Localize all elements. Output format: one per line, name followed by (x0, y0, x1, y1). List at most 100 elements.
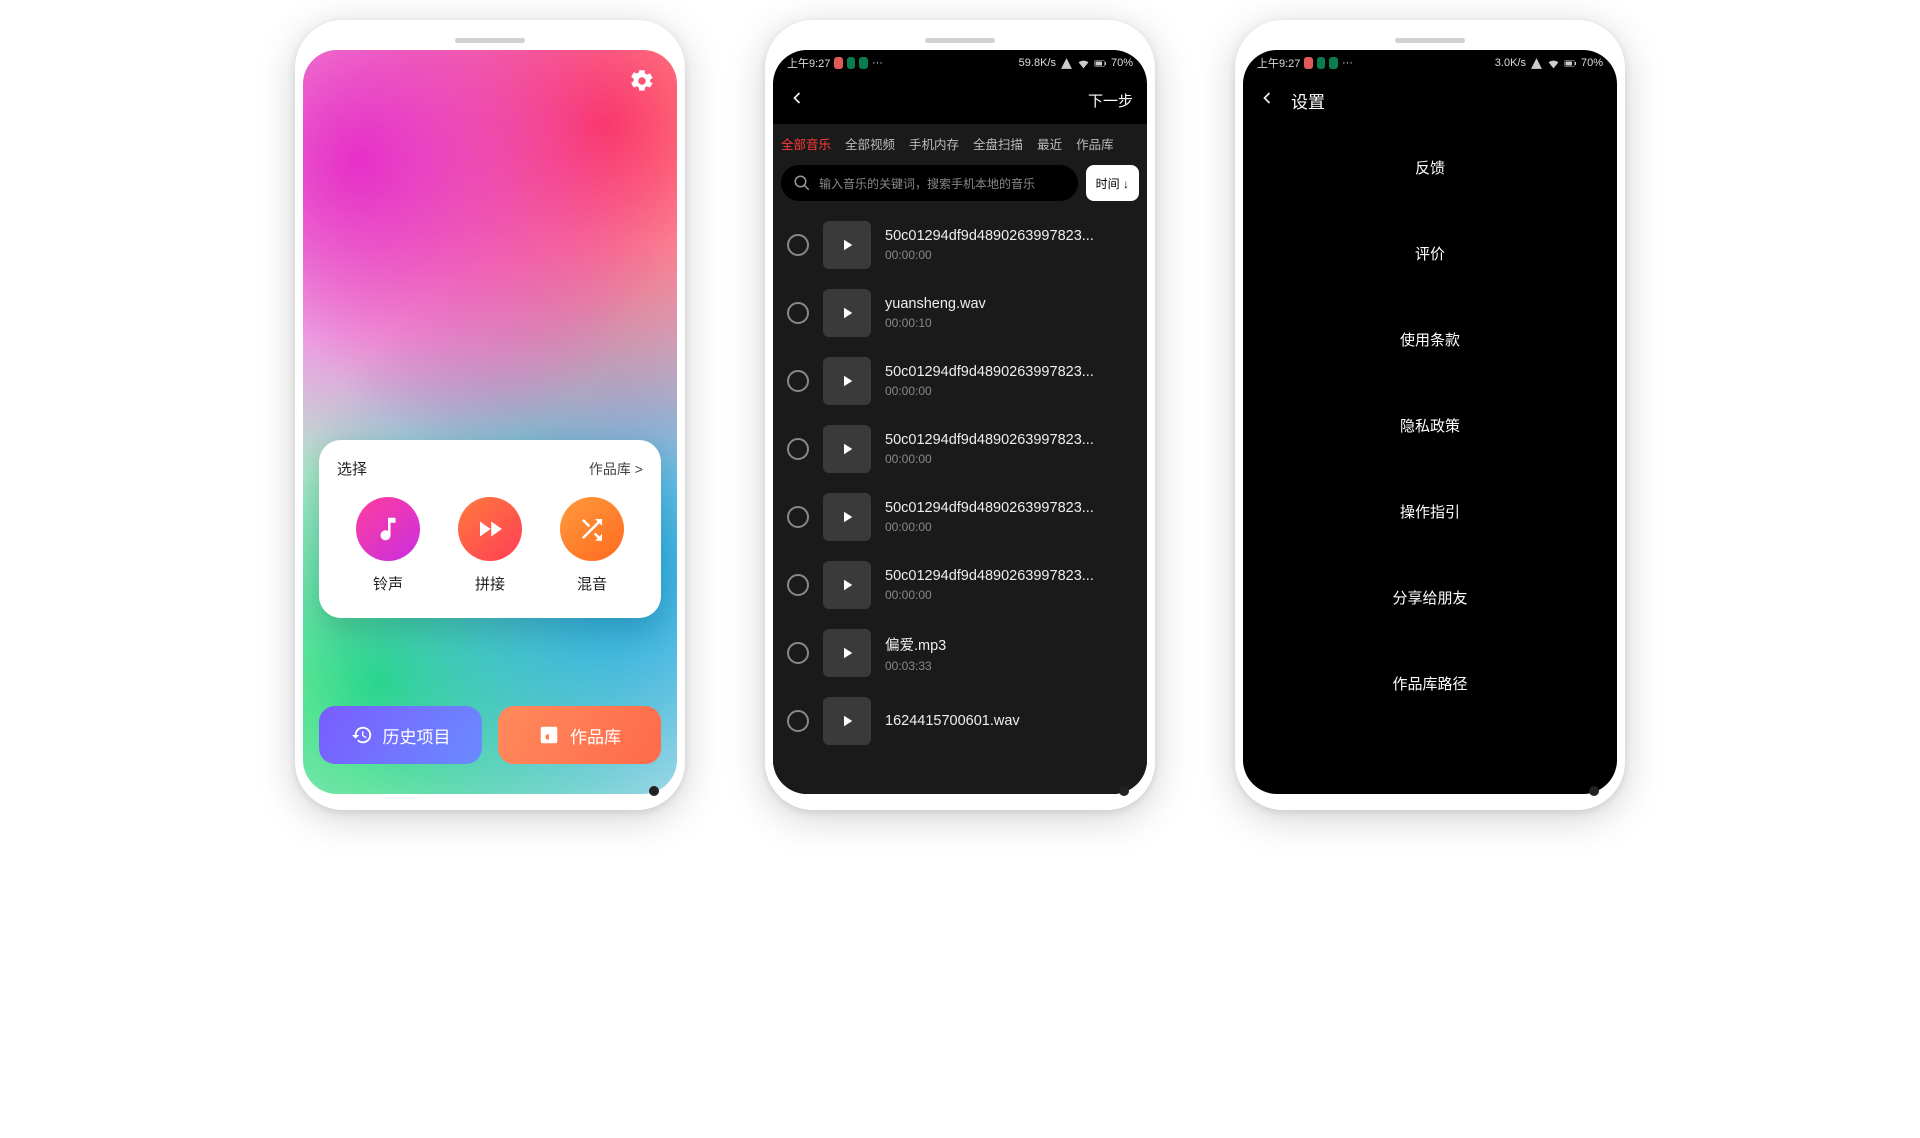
file-duration: 00:00:00 (885, 588, 1133, 602)
play-thumbnail[interactable] (823, 629, 871, 677)
fast-forward-icon (475, 514, 505, 544)
history-label: 历史项目 (383, 723, 451, 748)
tab-recent[interactable]: 最近 (1037, 134, 1062, 153)
music-list[interactable]: 50c01294df9d4890263997823...00:00:00yuan… (773, 211, 1147, 794)
status-time: 上午9:27 (787, 55, 830, 71)
play-thumbnail[interactable] (823, 561, 871, 609)
radio-button[interactable] (787, 438, 809, 460)
back-button[interactable] (787, 88, 807, 113)
settings-item[interactable]: 反馈 (1243, 124, 1617, 210)
library-link[interactable]: 作品库 > (589, 459, 643, 479)
phone-home: 选择 作品库 > 铃声 拼接 混音 历 (295, 20, 685, 810)
signal-icon (1060, 57, 1073, 70)
list-item[interactable]: 50c01294df9d4890263997823...00:00:00 (773, 551, 1147, 619)
radio-button[interactable] (787, 642, 809, 664)
play-thumbnail[interactable] (823, 425, 871, 473)
settings-list: 反馈评价使用条款隐私政策操作指引分享给朋友作品库路径 (1243, 124, 1617, 794)
play-thumbnail[interactable] (823, 221, 871, 269)
chevron-left-icon (787, 88, 807, 108)
list-item[interactable]: 50c01294df9d4890263997823...00:00:00 (773, 347, 1147, 415)
tool-ringtone[interactable]: 铃声 (356, 497, 420, 594)
radio-button[interactable] (787, 574, 809, 596)
status-time: 上午9:27 (1257, 55, 1300, 71)
wifi-icon (1547, 57, 1560, 70)
library-label: 作品库 (570, 723, 621, 748)
radio-button[interactable] (787, 710, 809, 732)
search-placeholder: 输入音乐的关键词，搜索手机本地的音乐 (819, 175, 1035, 192)
sort-button[interactable]: 时间 ↓ (1086, 165, 1139, 201)
file-meta: 50c01294df9d4890263997823...00:00:00 (885, 568, 1133, 602)
file-duration: 00:03:33 (885, 659, 1133, 673)
chevron-left-icon (1257, 88, 1277, 108)
search-icon (793, 174, 811, 192)
status-more: ··· (1342, 57, 1353, 69)
play-thumbnail[interactable] (823, 697, 871, 745)
card-title: 选择 (337, 458, 367, 479)
tab-all-video[interactable]: 全部视频 (845, 134, 895, 153)
radio-button[interactable] (787, 370, 809, 392)
file-name: yuansheng.wav (885, 296, 1133, 312)
list-item[interactable]: 50c01294df9d4890263997823...00:00:00 (773, 483, 1147, 551)
file-meta: yuansheng.wav00:00:10 (885, 296, 1133, 330)
file-name: 50c01294df9d4890263997823... (885, 500, 1133, 516)
settings-item[interactable]: 评价 (1243, 210, 1617, 296)
status-pill (1317, 57, 1326, 69)
library-button[interactable]: 作品库 (498, 706, 661, 764)
signal-icon (1530, 57, 1543, 70)
wallpaper (303, 50, 677, 794)
settings-button[interactable] (629, 68, 655, 99)
nav-bar: 下一步 (773, 76, 1147, 124)
radio-button[interactable] (787, 302, 809, 324)
radio-button[interactable] (787, 506, 809, 528)
status-speed: 59.8K/s (1019, 57, 1056, 69)
play-icon (838, 644, 856, 662)
list-item[interactable]: 50c01294df9d4890263997823...00:00:00 (773, 211, 1147, 279)
list-item[interactable]: 偏爱.mp3 00:03:33 (773, 619, 1147, 687)
radio-button[interactable] (787, 234, 809, 256)
page-title: 设置 (1291, 88, 1325, 113)
tool-merge[interactable]: 拼接 (458, 497, 522, 594)
status-pill (847, 57, 856, 69)
play-thumbnail[interactable] (823, 493, 871, 541)
file-name: 1624415700601.wav (885, 713, 1133, 729)
settings-item[interactable]: 分享给朋友 (1243, 554, 1617, 640)
settings-item[interactable]: 隐私政策 (1243, 382, 1617, 468)
tool-label: 铃声 (373, 573, 403, 594)
note-icon (373, 514, 403, 544)
history-button[interactable]: 历史项目 (319, 706, 482, 764)
status-bar: 上午9:27 ··· 3.0K/s 70% (1243, 50, 1617, 76)
settings-item[interactable]: 操作指引 (1243, 468, 1617, 554)
file-meta: 50c01294df9d4890263997823...00:00:00 (885, 432, 1133, 466)
history-icon (351, 724, 373, 746)
play-thumbnail[interactable] (823, 289, 871, 337)
back-button[interactable] (1257, 88, 1277, 113)
list-item[interactable]: 1624415700601.wav (773, 687, 1147, 755)
next-step-button[interactable]: 下一步 (1088, 90, 1133, 111)
settings-item[interactable]: 作品库路径 (1243, 640, 1617, 726)
file-name: 偏爱.mp3 (885, 634, 1133, 655)
nav-bar: 设置 (1243, 76, 1617, 124)
tab-full-scan[interactable]: 全盘扫描 (973, 134, 1023, 153)
play-thumbnail[interactable] (823, 357, 871, 405)
status-battery: 70% (1581, 57, 1603, 69)
status-speed: 3.0K/s (1495, 57, 1526, 69)
tab-all-music[interactable]: 全部音乐 (781, 134, 831, 153)
list-item[interactable]: yuansheng.wav00:00:10 (773, 279, 1147, 347)
file-meta: 50c01294df9d4890263997823...00:00:00 (885, 228, 1133, 262)
file-duration: 00:00:00 (885, 384, 1133, 398)
tool-label: 拼接 (475, 573, 505, 594)
settings-item[interactable]: 使用条款 (1243, 296, 1617, 382)
list-item[interactable]: 50c01294df9d4890263997823...00:00:00 (773, 415, 1147, 483)
play-icon (838, 712, 856, 730)
file-meta: 50c01294df9d4890263997823...00:00:00 (885, 364, 1133, 398)
play-icon (838, 372, 856, 390)
tab-phone-storage[interactable]: 手机内存 (909, 134, 959, 153)
tool-mix[interactable]: 混音 (560, 497, 624, 594)
file-name: 50c01294df9d4890263997823... (885, 432, 1133, 448)
file-duration: 00:00:00 (885, 248, 1133, 262)
search-input[interactable]: 输入音乐的关键词，搜索手机本地的音乐 (781, 165, 1078, 201)
shuffle-icon (577, 514, 607, 544)
tab-library[interactable]: 作品库 (1076, 134, 1114, 153)
play-icon (838, 440, 856, 458)
music-file-icon (538, 724, 560, 746)
